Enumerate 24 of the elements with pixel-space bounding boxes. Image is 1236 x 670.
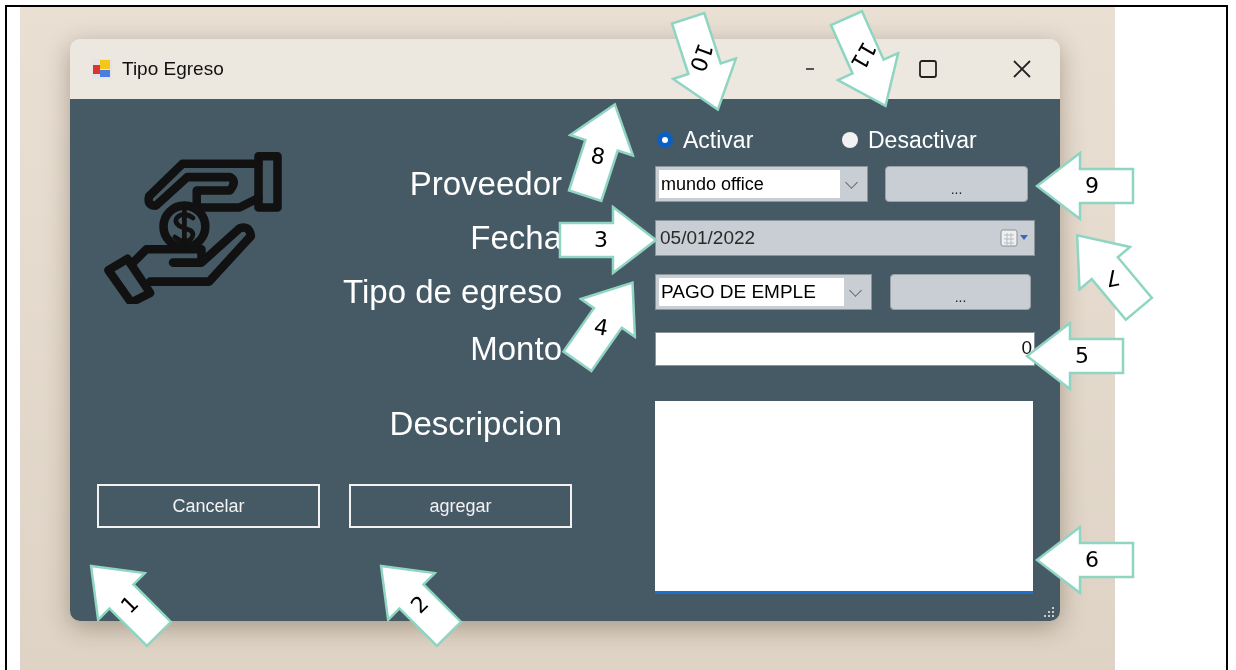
expense-type-dropdown[interactable]: PAGO DE EMPLE [655, 274, 872, 310]
supplier-dropdown[interactable]: mundo office [655, 166, 868, 202]
form-button[interactable]: Cancelar [97, 484, 320, 528]
amount-field[interactable]: 0 [655, 332, 1035, 366]
callout-arrow: 3 [558, 205, 658, 275]
callout-arrow: 6 [1035, 525, 1135, 595]
close-icon[interactable] [1012, 59, 1032, 79]
radio-button[interactable]: Activar [657, 126, 840, 154]
field-label: Tipo de egreso [343, 273, 563, 311]
calendar-icon[interactable] [1000, 229, 1030, 247]
browse-button[interactable]: ... [890, 274, 1031, 310]
maximize-icon[interactable] [918, 59, 938, 79]
field-label: Monto [470, 330, 563, 368]
callout-arrow: 9 [1035, 151, 1135, 221]
radio-button[interactable]: Desactivar [842, 126, 1025, 154]
form-button[interactable]: agregar [349, 484, 572, 528]
field-label: Descripcion [389, 405, 563, 443]
date-picker[interactable]: 05/01/2022 [655, 220, 1035, 256]
app-icon [92, 59, 112, 79]
description-field[interactable] [655, 401, 1033, 594]
field-label: Proveedor [409, 165, 563, 203]
resize-grip-icon[interactable] [1044, 607, 1054, 617]
browse-button[interactable]: ... [885, 166, 1028, 202]
window-title: Tipo Egreso [122, 58, 224, 80]
